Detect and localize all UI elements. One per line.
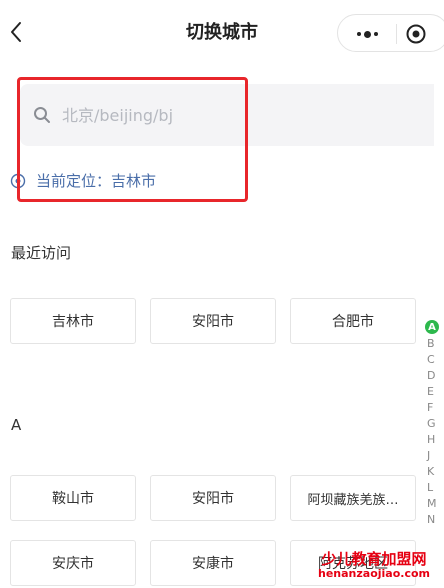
current-location[interactable]: 当前定位：吉林市 bbox=[10, 170, 156, 191]
index-letter[interactable]: D bbox=[425, 368, 443, 384]
recent-city-button[interactable]: 吉林市 bbox=[10, 298, 136, 344]
back-button[interactable] bbox=[2, 14, 30, 50]
index-letter[interactable]: C bbox=[425, 352, 443, 368]
navigation-bar: 切换城市 bbox=[0, 0, 444, 66]
more-button[interactable] bbox=[350, 23, 384, 45]
city-button[interactable]: 阿坝藏族羌族… bbox=[290, 475, 416, 521]
more-dot-icon bbox=[373, 32, 378, 36]
index-letter[interactable]: J bbox=[425, 448, 443, 464]
index-letter[interactable]: G bbox=[425, 416, 443, 432]
chevron-left-icon bbox=[11, 22, 21, 42]
city-button[interactable]: 鞍山市 bbox=[10, 475, 136, 521]
city-button[interactable]: 安阳市 bbox=[150, 475, 276, 521]
alphabet-index-bar[interactable]: A B C D E F G H J K L M N bbox=[425, 320, 443, 528]
watermark-url: henanzaojiao.com bbox=[318, 566, 430, 580]
recent-visits-title: 最近访问 bbox=[11, 244, 72, 262]
more-dot-icon bbox=[356, 32, 361, 36]
index-letter[interactable]: E bbox=[425, 384, 443, 400]
current-location-label: 当前定位：吉林市 bbox=[36, 172, 157, 190]
index-letter[interactable]: K bbox=[425, 464, 443, 480]
index-letter[interactable]: M bbox=[425, 496, 443, 512]
close-button[interactable] bbox=[404, 22, 428, 46]
capsule-divider bbox=[396, 24, 397, 44]
city-button[interactable]: 安康市 bbox=[150, 540, 276, 586]
index-letter[interactable]: L bbox=[425, 480, 443, 496]
index-letter[interactable]: F bbox=[425, 400, 443, 416]
mini-program-capsule bbox=[337, 14, 444, 52]
more-dot-icon bbox=[363, 30, 371, 38]
search-icon bbox=[32, 105, 52, 125]
section-letter-a: A bbox=[11, 416, 22, 434]
index-letter[interactable]: H bbox=[425, 432, 443, 448]
city-button[interactable]: 安庆市 bbox=[10, 540, 136, 586]
watermark: 少儿教育加盟网 henanzaojiao.com bbox=[318, 551, 430, 580]
search-input[interactable] bbox=[62, 105, 392, 125]
target-close-icon bbox=[406, 24, 426, 44]
index-letter[interactable]: B bbox=[425, 336, 443, 352]
search-box[interactable] bbox=[20, 84, 434, 146]
index-letter-active[interactable]: A bbox=[425, 320, 439, 334]
index-letter[interactable]: N bbox=[425, 512, 443, 528]
location-icon bbox=[10, 173, 26, 189]
recent-city-button[interactable]: 安阳市 bbox=[150, 298, 276, 344]
recent-city-button[interactable]: 合肥市 bbox=[290, 298, 416, 344]
watermark-text: 少儿教育加盟网 bbox=[321, 550, 427, 568]
